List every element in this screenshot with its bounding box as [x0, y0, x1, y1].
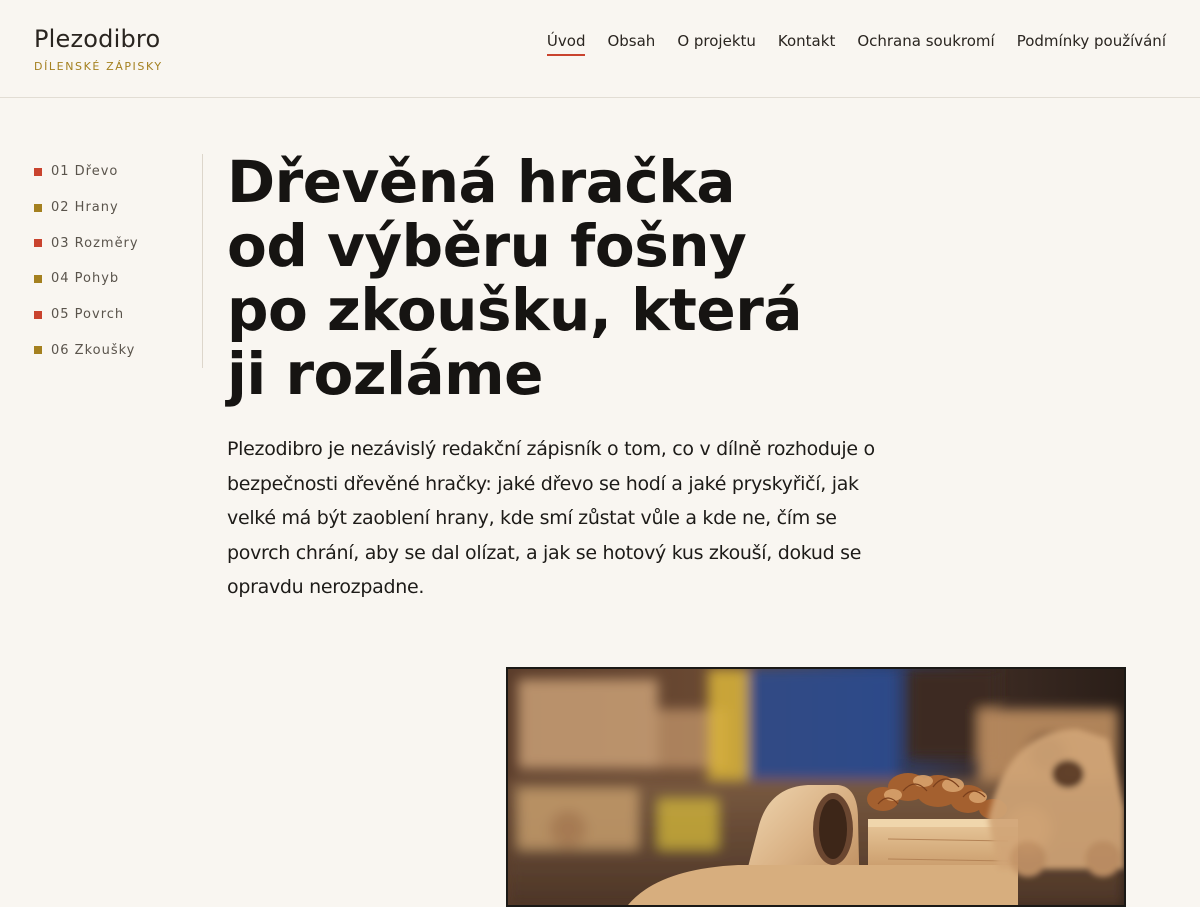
toc-item-zkousky[interactable]: 06 Zkoušky: [34, 332, 202, 368]
toc-bullet-icon: [34, 239, 42, 248]
toc-item-label: 06 Zkoušky: [51, 342, 136, 358]
page-title-line: ji rozláme: [227, 340, 543, 408]
nav-item-kontakt[interactable]: Kontakt: [778, 30, 835, 56]
table-of-contents: 01 Dřevo 02 Hrany 03 Rozměry 04 Pohyb 05…: [34, 154, 203, 368]
page-title-line: od výběru fošny: [227, 212, 747, 280]
site-header: Plezodibro DÍLENSKÉ ZÁPISKY Úvod Obsah O…: [0, 0, 1200, 98]
toc-item-pohyb[interactable]: 04 Pohyb: [34, 261, 202, 297]
nav-item-podminky-pouzivani[interactable]: Podmínky používání: [1017, 30, 1166, 56]
toc-item-label: 05 Povrch: [51, 307, 125, 323]
toc-item-rozmery[interactable]: 03 Rozměry: [34, 225, 202, 261]
toc-item-hrany[interactable]: 02 Hrany: [34, 190, 202, 226]
nav-item-o-projektu[interactable]: O projektu: [677, 30, 756, 56]
toc-bullet-icon: [34, 167, 42, 176]
lead-paragraph: Plezodibro je nezávislý redakční zápisní…: [227, 438, 875, 598]
page-title: Dřevěná hračka od výběru fošny po zkoušk…: [227, 150, 847, 406]
brand: Plezodibro DÍLENSKÉ ZÁPISKY: [34, 22, 163, 73]
toc-item-povrch[interactable]: 05 Povrch: [34, 297, 202, 333]
toc-bullet-icon: [34, 274, 42, 283]
nav-item-uvod[interactable]: Úvod: [546, 30, 586, 56]
page-title-line: po zkoušku, která: [227, 276, 802, 344]
site-logo-link[interactable]: Plezodibro: [34, 22, 163, 56]
page-title-line: Dřevěná hračka: [227, 148, 735, 216]
nav-item-ochrana-soukromi[interactable]: Ochrana soukromí: [857, 30, 994, 56]
main-navigation: Úvod Obsah O projektu Kontakt Ochrana so…: [546, 30, 1166, 56]
toc-bullet-icon: [34, 310, 42, 319]
toc-item-label: 02 Hrany: [51, 200, 119, 216]
wooden-toy-car-photo: [508, 669, 1124, 905]
toc-bullet-icon: [34, 346, 42, 355]
toc-item-label: 03 Rozměry: [51, 235, 139, 251]
hero-photo: [506, 667, 1126, 907]
toc-item-label: 01 Dřevo: [51, 164, 119, 180]
toc-item-label: 04 Pohyb: [51, 271, 120, 287]
toc-item-drevo[interactable]: 01 Dřevo: [34, 154, 202, 190]
site-tagline: DÍLENSKÉ ZÁPISKY: [34, 60, 163, 73]
nav-item-obsah[interactable]: Obsah: [607, 30, 655, 56]
toc-bullet-icon: [34, 203, 42, 212]
